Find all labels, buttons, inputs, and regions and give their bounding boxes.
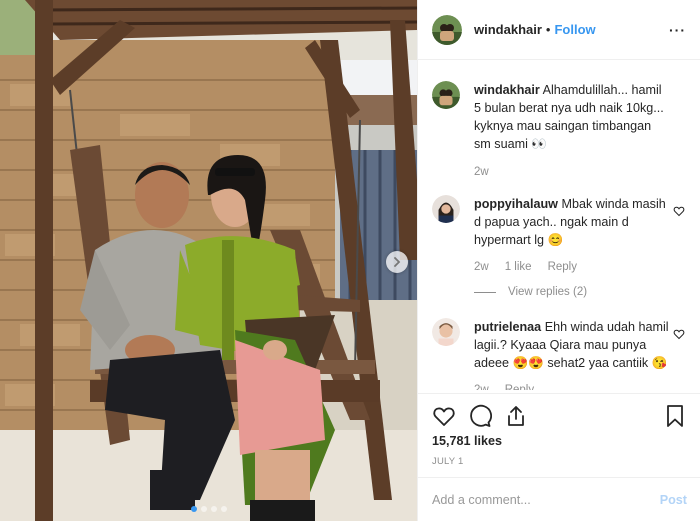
comment-item: poppyihalauw Mbak winda masih d papua ya… xyxy=(432,195,687,276)
comments-list[interactable]: windakhair Alhamdulillah... hamil 5 bula… xyxy=(418,60,700,390)
comment-body: poppyihalauw Mbak winda masih d papua ya… xyxy=(474,195,670,276)
follow-button[interactable]: Follow xyxy=(554,22,595,37)
post-details-panel: windakhair • Follow ··· windakhair Alham… xyxy=(417,0,700,521)
view-replies-label[interactable]: View replies (2) xyxy=(508,286,587,298)
profile-picture xyxy=(432,318,460,346)
comment-input[interactable] xyxy=(432,492,660,507)
reply-button[interactable]: Reply xyxy=(505,381,534,390)
comment-age[interactable]: 2w xyxy=(474,163,489,181)
next-photo-button[interactable] xyxy=(386,251,408,273)
carousel-dot xyxy=(210,506,217,512)
comment-bubble-icon[interactable] xyxy=(468,404,492,428)
comment-username[interactable]: putrielenaa xyxy=(474,320,541,334)
more-options-icon[interactable]: ··· xyxy=(669,22,686,38)
comment-username[interactable]: windakhair xyxy=(474,83,540,97)
reply-button[interactable]: Reply xyxy=(548,258,577,276)
photo-carousel-indicator xyxy=(0,506,417,512)
chevron-right-icon xyxy=(394,257,401,267)
carousel-dot xyxy=(200,506,207,512)
action-bar: 15,781 likes JULY 1 xyxy=(418,393,700,467)
carousel-dot xyxy=(220,506,227,512)
carousel-dot xyxy=(190,506,197,512)
comment-meta: 2w xyxy=(474,163,670,181)
comment-likes[interactable]: 1 like xyxy=(505,258,532,276)
share-icon[interactable] xyxy=(504,404,528,428)
likes-count[interactable]: 15,781 likes xyxy=(432,434,687,448)
bookmark-icon[interactable] xyxy=(663,404,687,428)
action-icons xyxy=(432,404,687,428)
comment-item: putrielenaa Ehh winda udah hamil lagii.?… xyxy=(432,318,687,390)
heart-icon[interactable] xyxy=(432,404,456,428)
comment-body: putrielenaa Ehh winda udah hamil lagii.?… xyxy=(474,318,670,390)
post-photo[interactable] xyxy=(0,0,417,521)
divider xyxy=(474,291,496,293)
comment-body: windakhair Alhamdulillah... hamil 5 bula… xyxy=(474,81,670,181)
separator-dot: • xyxy=(545,22,551,37)
profile-picture xyxy=(432,14,462,45)
avatar[interactable] xyxy=(432,318,460,346)
profile-picture xyxy=(432,81,460,109)
view-replies-button[interactable]: View replies (2) xyxy=(474,286,687,298)
couple-on-swing-image xyxy=(0,0,417,521)
comment-meta: 2w Reply xyxy=(474,381,670,390)
avatar[interactable] xyxy=(432,81,460,109)
profile-picture xyxy=(432,195,460,223)
avatar[interactable] xyxy=(432,195,460,223)
heart-icon[interactable] xyxy=(673,205,685,217)
add-comment-bar: Post xyxy=(418,477,700,521)
post-date[interactable]: JULY 1 xyxy=(432,456,687,467)
comment-username[interactable]: poppyihalauw xyxy=(474,197,558,211)
comment-meta: 2w 1 like Reply xyxy=(474,258,670,276)
avatar[interactable] xyxy=(432,14,462,45)
post-header: windakhair • Follow ··· xyxy=(418,0,700,60)
heart-icon[interactable] xyxy=(673,328,685,340)
comment-age[interactable]: 2w xyxy=(474,258,489,276)
post-author-username[interactable]: windakhair xyxy=(474,22,542,37)
post-comment-button[interactable]: Post xyxy=(660,493,687,507)
caption: windakhair Alhamdulillah... hamil 5 bula… xyxy=(432,81,687,181)
comment-age[interactable]: 2w xyxy=(474,381,489,390)
